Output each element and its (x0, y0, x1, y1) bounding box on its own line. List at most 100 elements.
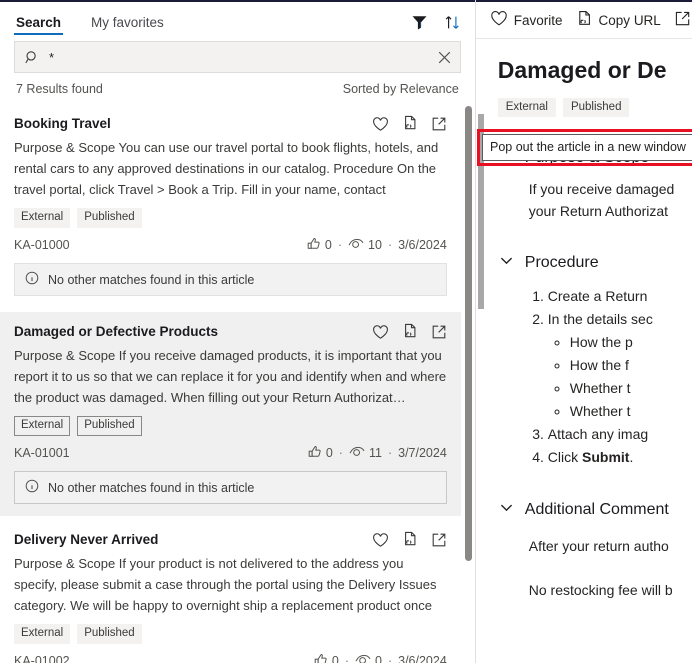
tab-my-favorites-label: My favorites (91, 15, 164, 30)
result-card[interactable]: Damaged or Defective Products Purpose & … (0, 312, 461, 517)
like-count: 0 (324, 237, 332, 252)
card-footer: KA-01002 0 · 0 · 3/6/2024 (14, 653, 447, 663)
copy-url-label: Copy URL (598, 12, 661, 28)
chevron-down-icon (498, 252, 515, 274)
tab-bar-actions (411, 14, 461, 35)
section-paragraph: your Return Authorizat (528, 203, 669, 219)
card-actions (372, 322, 447, 340)
heart-icon[interactable] (372, 324, 389, 340)
tooltip-highlight-group: Pop out the article in a new window (477, 129, 692, 166)
article-panel: Favorite Copy URL Damaged or De External… (475, 0, 692, 663)
views-count: 11 (368, 445, 382, 460)
favorite-button[interactable]: Favorite (487, 7, 566, 33)
badge-external: External (14, 208, 71, 228)
card-date: 3/6/2024 (398, 653, 447, 663)
procedure-step: Attach any imag (548, 423, 692, 446)
card-title: Delivery Never Arrived (14, 532, 159, 547)
filter-icon[interactable] (411, 14, 428, 31)
section-header-procedure[interactable]: Procedure (498, 252, 692, 274)
popout-icon[interactable] (431, 532, 447, 548)
card-article-id: KA-01001 (14, 445, 70, 460)
procedure-substeps: How the p How the f Whether t Whether t (548, 331, 692, 423)
popout-icon[interactable] (431, 324, 447, 340)
views-count: 0 (375, 653, 382, 663)
procedure-steps: Create a Return In the details sec How t… (498, 285, 692, 469)
card-date: 3/6/2024 (398, 237, 447, 252)
stat-separator: · (344, 653, 349, 663)
copy-url-button[interactable]: Copy URL (573, 7, 664, 34)
info-icon (25, 479, 39, 496)
step-bold: Submit (582, 449, 630, 465)
stat-separator: · (387, 445, 393, 460)
sort-icon[interactable] (444, 14, 461, 31)
section-title: Procedure (524, 254, 599, 271)
heart-icon[interactable] (372, 116, 389, 132)
article-sections: Purpose & Scope If you receive damaged y… (498, 147, 692, 601)
popout-icon[interactable] (431, 116, 447, 132)
result-card[interactable]: Booking Travel Purpose & Scope You can u… (0, 104, 461, 309)
card-snippet: Purpose & Scope You can use our travel p… (14, 140, 439, 197)
chevron-down-icon (498, 499, 515, 521)
copy-url-icon[interactable] (402, 531, 418, 548)
procedure-substep: How the f (570, 354, 692, 377)
card-actions (372, 530, 447, 548)
article-body: Damaged or De External Published Purpose… (476, 39, 692, 601)
popout-button[interactable] (671, 7, 692, 33)
card-badges: External Published (14, 208, 447, 228)
badge-external: External (14, 416, 71, 436)
procedure-step: Click Submit. (548, 446, 692, 469)
views-icon (355, 654, 371, 663)
stat-separator: · (387, 237, 393, 252)
stat-separator: · (387, 653, 393, 663)
clear-icon[interactable] (431, 50, 452, 65)
article-toolbar: Favorite Copy URL (475, 2, 692, 39)
procedure-substep: Whether t (570, 400, 692, 423)
card-header: Booking Travel (14, 114, 447, 134)
copy-url-icon[interactable] (402, 323, 418, 340)
card-actions (372, 114, 447, 132)
card-snippet: Purpose & Scope If you receive damaged p… (14, 348, 447, 405)
views-count: 10 (368, 237, 382, 252)
like-icon (307, 237, 321, 252)
step-text: Attach any imag (547, 426, 649, 442)
badge-published: Published (562, 98, 630, 117)
step-text: Create a Return (547, 288, 648, 304)
card-footer: KA-01000 0 · 10 · 3/6/2024 (14, 237, 447, 252)
popout-icon (674, 10, 691, 30)
results-meta: 7 Results found Sorted by Relevance (0, 73, 475, 104)
heart-icon[interactable] (372, 532, 389, 548)
stat-separator: · (337, 237, 343, 252)
heart-icon (490, 10, 508, 30)
tab-search[interactable]: Search (14, 15, 64, 35)
procedure-substep: Whether t (570, 377, 692, 400)
badge-external: External (497, 98, 556, 117)
search-box[interactable] (14, 41, 461, 73)
search-panel: Search My favorites * 7 Results found So… (0, 0, 475, 663)
result-card[interactable]: Delivery Never Arrived Purpose & Scope I… (0, 520, 461, 663)
section-body-procedure: Create a Return In the details sec How t… (498, 285, 692, 469)
badge-published: Published (77, 624, 142, 644)
views-icon (348, 238, 364, 252)
section-header-additional-comments[interactable]: Additional Comment (498, 499, 692, 521)
search-input[interactable] (40, 48, 431, 66)
sort-label[interactable]: Sorted by Relevance (343, 82, 459, 96)
results-scrollbar-thumb[interactable] (464, 106, 472, 561)
stat-separator: · (338, 445, 343, 460)
info-icon (25, 271, 39, 288)
step-suffix: . (629, 449, 634, 465)
tab-my-favorites[interactable]: My favorites (89, 15, 166, 35)
copy-url-icon[interactable] (402, 115, 418, 132)
card-stats: 0 · 10 · 3/6/2024 (307, 237, 447, 252)
like-count: 0 (331, 653, 339, 663)
results-list: Booking Travel Purpose & Scope You can u… (0, 104, 475, 663)
procedure-step: Create a Return (548, 285, 692, 308)
article-badges: External Published (497, 98, 692, 117)
highlight-box: Pop out the article in a new window (477, 129, 692, 166)
card-date: 3/7/2024 (398, 445, 447, 460)
card-stats: 0 · 11 · 3/7/2024 (308, 445, 447, 460)
card-header: Delivery Never Arrived (14, 530, 447, 550)
results-scrollbar[interactable] (464, 104, 472, 663)
card-stats: 0 · 0 · 3/6/2024 (314, 653, 447, 663)
